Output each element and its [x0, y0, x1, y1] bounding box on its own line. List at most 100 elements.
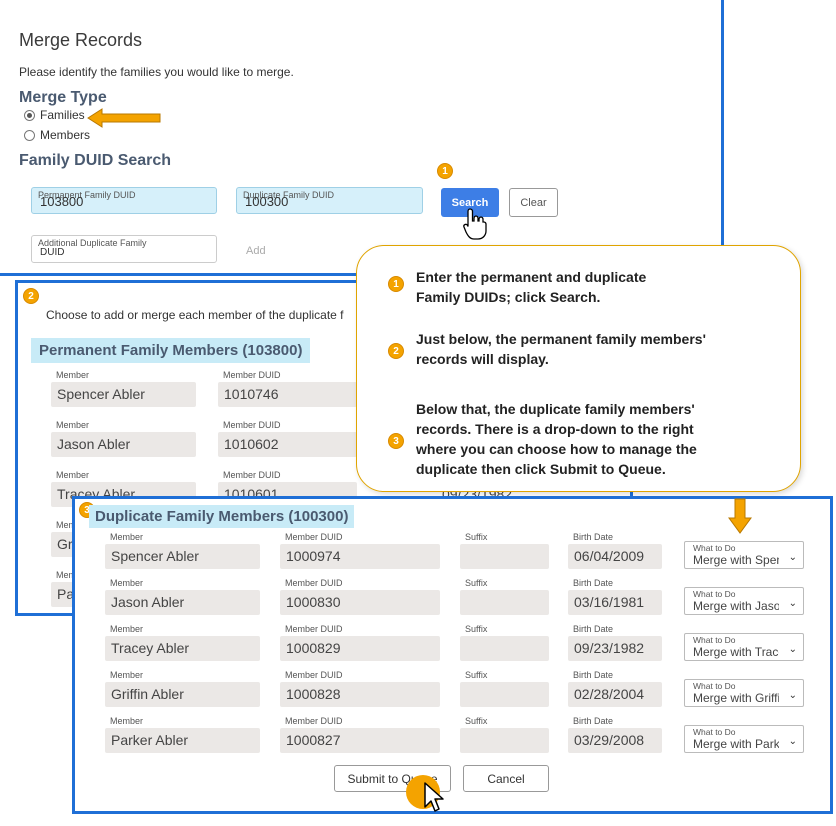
radio-members-label: Members — [40, 128, 91, 142]
member-name: Jason Abler — [57, 436, 131, 452]
birth-value: 09/23/1982 — [574, 640, 645, 656]
duplicate-section-title: Duplicate Family Members (100300) — [89, 505, 355, 528]
member-value: Griffin Abler — [111, 686, 184, 702]
callout-line: Family DUIDs; click Search. — [416, 289, 601, 305]
member-value: Spencer Abler — [111, 548, 199, 564]
what-to-do-value: Merge with Tracey Abler — [693, 645, 779, 659]
step-badge-1: 1 — [437, 163, 453, 179]
permanent-family-duid-value: 103800 — [40, 194, 84, 209]
member-value: Parker Abler — [111, 732, 189, 748]
suffix-label: Suffix — [465, 624, 488, 634]
member-label: Member — [110, 670, 144, 680]
dup-birth-cell: Birth Date 09/23/1982 — [568, 624, 662, 661]
merge-type-heading: Merge Type — [19, 89, 107, 106]
intro-text: Please identify the families you would l… — [19, 65, 294, 79]
what-to-do-select[interactable]: What to DoMerge with Spencer Abler ⌄ — [684, 541, 804, 569]
dup-duid-cell: Member DUID 1000828 — [280, 670, 440, 707]
step-badge-2: 2 — [23, 288, 39, 304]
dup-suffix-cell: Suffix — [460, 624, 549, 661]
clear-button[interactable]: Clear — [509, 188, 558, 217]
dup-suffix-cell: Suffix — [460, 532, 549, 569]
duid-label: Member DUID — [285, 532, 343, 542]
duid-label: Member DUID — [285, 670, 343, 680]
callout-para-1: Enter the permanent and duplicate Family… — [416, 267, 646, 307]
what-to-do-select[interactable]: What to DoMerge with Griffin Abler ⌄ — [684, 679, 804, 707]
hand-cursor-icon — [463, 208, 487, 240]
callout-para-3: Below that, the duplicate family members… — [416, 399, 697, 479]
dup-birth-cell: Birth Date 03/29/2008 — [568, 716, 662, 753]
dup-duid-cell: Member DUID 1000830 — [280, 578, 440, 615]
what-to-do-label: What to Do — [693, 635, 736, 645]
cursor-icon — [424, 782, 444, 812]
member-duid-label: Member DUID — [223, 470, 281, 480]
chevron-down-icon: ⌄ — [788, 644, 797, 655]
what-to-do-select[interactable]: What to DoMerge with Tracey Abler ⌄ — [684, 633, 804, 661]
radio-families[interactable]: Families — [24, 108, 85, 122]
birth-value: 06/04/2009 — [574, 548, 645, 564]
what-to-do-select[interactable]: What to DoMerge with Jason Abler ⌄ — [684, 587, 804, 615]
member-label: Member — [110, 532, 144, 542]
suffix-label: Suffix — [465, 670, 488, 680]
member-duid: 1010602 — [224, 436, 279, 452]
callout-line: where you can choose how to manage the — [416, 441, 697, 457]
duplicate-family-duid-input[interactable]: Duplicate Family DUID 100300 — [236, 187, 423, 214]
cancel-button[interactable]: Cancel — [463, 765, 549, 792]
duid-value: 1000830 — [286, 594, 341, 610]
suffix-label: Suffix — [465, 578, 488, 588]
what-to-do-value: Merge with Griffin Abler — [693, 691, 779, 705]
dup-duid-cell: Member DUID 1000974 — [280, 532, 440, 569]
what-to-do-value: Merge with Parker Abler — [693, 737, 779, 751]
member-label: Member — [56, 420, 90, 430]
member-label: Member — [110, 716, 144, 726]
birth-value: 03/16/1981 — [574, 594, 645, 610]
perm-duid-cell: Member DUID 1010746 — [218, 370, 357, 407]
what-to-do-label: What to Do — [693, 543, 736, 553]
callout-line: Just below, the permanent family members… — [416, 331, 706, 347]
perm-duid-cell: Member DUID 1010602 — [218, 420, 357, 457]
duplicate-family-panel: 3 Duplicate Family Members (100300) Memb… — [72, 496, 833, 814]
member-label: Member — [56, 470, 90, 480]
callout-line: records will display. — [416, 351, 549, 367]
additional-duplicate-family-input[interactable]: Additional Duplicate Family DUID — [31, 235, 217, 263]
birth-label: Birth Date — [573, 624, 614, 634]
what-to-do-select[interactable]: What to DoMerge with Parker Abler ⌄ — [684, 725, 804, 753]
dup-member-cell: Member Spencer Abler — [105, 532, 260, 569]
duid-value: 1000828 — [286, 686, 341, 702]
dup-member-cell: Member Tracey Abler — [105, 624, 260, 661]
callout-line: Below that, the duplicate family members… — [416, 401, 695, 417]
birth-value: 02/28/2004 — [574, 686, 645, 702]
member-value: Tracey Abler — [111, 640, 190, 656]
birth-label: Birth Date — [573, 578, 614, 588]
callout-line: records. There is a drop-down to the rig… — [416, 421, 694, 437]
birth-label: Birth Date — [573, 532, 614, 542]
radio-selected-icon — [24, 109, 35, 121]
member-duid: 1010746 — [224, 386, 279, 402]
perm-member-cell: Member Spencer Abler — [51, 370, 196, 407]
dup-duid-cell: Member DUID 1000829 — [280, 624, 440, 661]
member-label: Member — [56, 370, 90, 380]
what-to-do-value: Merge with Jason Abler — [693, 599, 779, 613]
dup-suffix-cell: Suffix — [460, 716, 549, 753]
instruction-callout: 1 Enter the permanent and duplicate Fami… — [356, 245, 801, 492]
dup-member-cell: Member Griffin Abler — [105, 670, 260, 707]
what-to-do-label: What to Do — [693, 681, 736, 691]
chevron-down-icon: ⌄ — [788, 552, 797, 563]
arrow-icon — [87, 108, 161, 128]
radio-families-label: Families — [40, 108, 85, 122]
merge-records-panel: Merge Records Please identify the famili… — [0, 0, 724, 276]
duid-value: 1000827 — [286, 732, 341, 748]
family-duid-search-heading: Family DUID Search — [19, 152, 172, 169]
member-duid-label: Member DUID — [223, 420, 281, 430]
duid-value: 1000974 — [286, 548, 341, 564]
member-duid-label: Member DUID — [223, 370, 281, 380]
callout-step-1: 1 — [388, 276, 404, 292]
dup-birth-cell: Birth Date 06/04/2009 — [568, 532, 662, 569]
duid-value: 1000829 — [286, 640, 341, 656]
additional-duplicate-family-value: DUID — [40, 247, 65, 258]
member-label: Member — [110, 578, 144, 588]
permanent-family-duid-input[interactable]: Permanent Family DUID 103800 — [31, 187, 217, 214]
arrow-icon — [728, 498, 752, 534]
dup-suffix-cell: Suffix — [460, 670, 549, 707]
add-link[interactable]: Add — [246, 245, 266, 257]
radio-members[interactable]: Members — [24, 128, 90, 142]
